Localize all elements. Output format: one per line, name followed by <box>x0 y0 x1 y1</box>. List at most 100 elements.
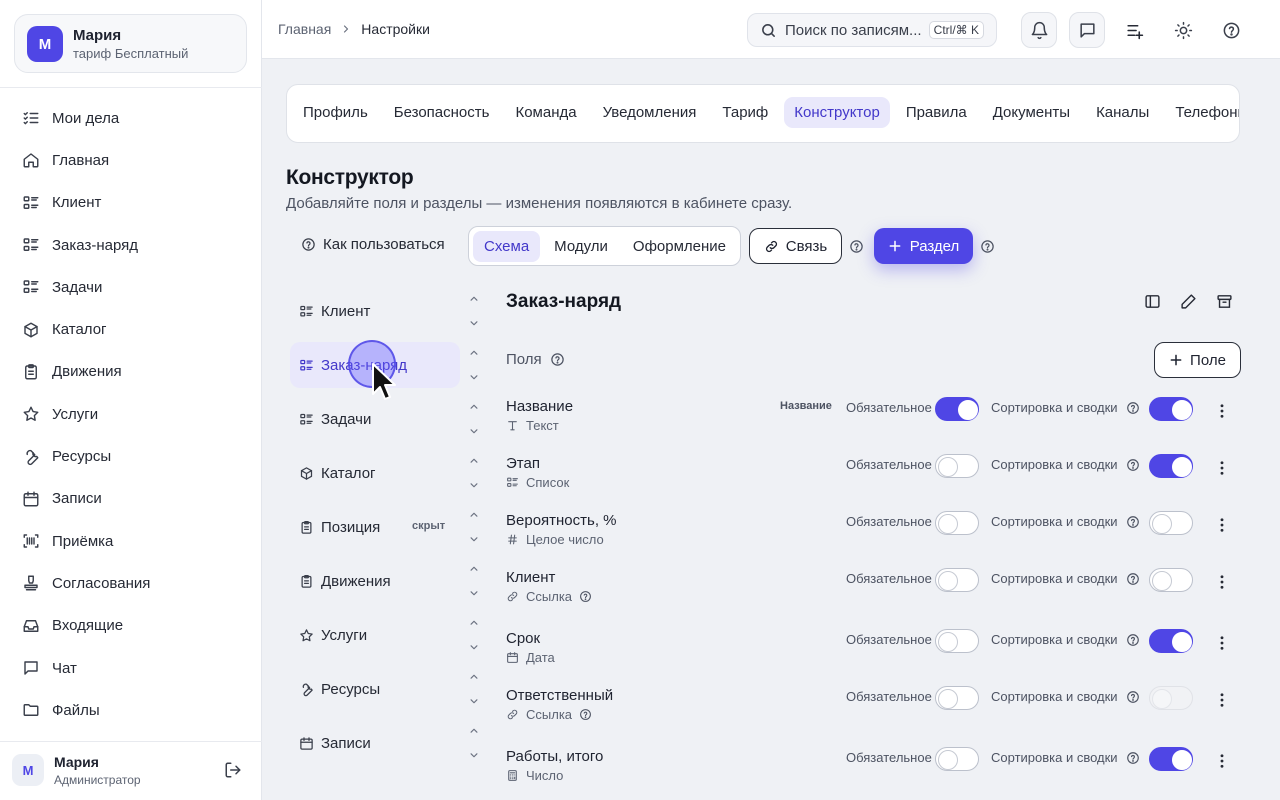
more-vertical-icon[interactable] <box>1213 634 1231 652</box>
sidebar-item[interactable]: Клиент <box>0 182 262 224</box>
sidebar-item[interactable]: Чат <box>0 647 262 689</box>
add-section-button[interactable]: Раздел <box>874 228 973 264</box>
chevron-up-icon[interactable] <box>467 616 481 630</box>
add-field-button[interactable]: Поле <box>1154 342 1241 378</box>
chevron-down-icon[interactable] <box>467 640 481 654</box>
section-item[interactable]: Записи <box>290 716 488 770</box>
help-button[interactable] <box>1213 12 1249 48</box>
howto-link[interactable]: Как пользоваться <box>301 236 445 253</box>
section-pill[interactable]: Клиент <box>290 288 460 334</box>
sidebar-item[interactable]: Приёмка <box>0 520 262 562</box>
settings-tab[interactable]: Безопасность <box>384 97 500 128</box>
field-name[interactable]: Срок <box>506 630 540 647</box>
chevron-down-icon[interactable] <box>467 478 481 492</box>
required-toggle[interactable] <box>935 454 979 478</box>
section-item[interactable]: Позиция скрыт <box>290 500 488 554</box>
settings-tab[interactable]: Документы <box>983 97 1080 128</box>
chevron-down-icon[interactable] <box>467 586 481 600</box>
sidebar-item[interactable]: Файлы <box>0 689 262 731</box>
chevron-up-icon[interactable] <box>467 724 481 738</box>
chevron-down-icon[interactable] <box>467 694 481 708</box>
chevron-down-icon[interactable] <box>467 316 481 330</box>
link-button[interactable]: Связь <box>749 228 842 264</box>
section-pill[interactable]: Записи <box>290 720 460 766</box>
chevron-up-icon[interactable] <box>467 670 481 684</box>
field-name[interactable]: Этап <box>506 455 540 472</box>
account-switcher[interactable]: М Мария тариф Бесплатный <box>14 14 247 73</box>
sidebar-item[interactable]: Каталог <box>0 308 262 350</box>
settings-tab[interactable]: Профиль <box>293 97 378 128</box>
chevron-up-icon[interactable] <box>467 346 481 360</box>
help-icon[interactable] <box>1126 572 1140 586</box>
chevron-down-icon[interactable] <box>467 370 481 384</box>
sidebar-item[interactable]: Входящие <box>0 605 262 647</box>
settings-tab[interactable]: Команда <box>505 97 586 128</box>
section-pill[interactable]: Ресурсы <box>290 666 460 712</box>
sort-toggle[interactable] <box>1149 629 1193 653</box>
settings-tab[interactable]: Уведомления <box>593 97 707 128</box>
help-icon[interactable] <box>1126 458 1140 472</box>
search-input[interactable]: Поиск по записям... Ctrl/⌘ K <box>747 13 997 47</box>
section-item[interactable]: Движения <box>290 554 488 608</box>
chevron-up-icon[interactable] <box>467 400 481 414</box>
sidebar-item[interactable]: Задачи <box>0 266 262 308</box>
section-pill[interactable]: Каталог <box>290 450 460 496</box>
sort-toggle[interactable] <box>1149 397 1193 421</box>
field-name[interactable]: Название <box>506 398 573 415</box>
sidebar-item[interactable]: Мои дела <box>0 97 262 139</box>
section-item[interactable]: Услуги <box>290 608 488 662</box>
chevron-up-icon[interactable] <box>467 454 481 468</box>
section-item[interactable]: Каталог <box>290 446 488 500</box>
sidebar-item[interactable]: Движения <box>0 351 262 393</box>
field-name[interactable]: Ответственный <box>506 687 613 704</box>
settings-tab[interactable]: Тариф <box>712 97 778 128</box>
layout-sidebar-icon[interactable] <box>1144 293 1161 310</box>
theme-toggle-button[interactable] <box>1165 12 1201 48</box>
chevron-up-icon[interactable] <box>467 562 481 576</box>
sidebar-item[interactable]: Записи <box>0 478 262 520</box>
field-name[interactable]: Клиент <box>506 569 555 586</box>
settings-tab[interactable]: Правила <box>896 97 977 128</box>
sort-toggle[interactable] <box>1149 747 1193 771</box>
sidebar-item[interactable]: Главная <box>0 139 262 181</box>
more-vertical-icon[interactable] <box>1213 691 1231 709</box>
help-icon[interactable] <box>1126 690 1140 704</box>
chevron-down-icon[interactable] <box>467 424 481 438</box>
sidebar-item[interactable]: Заказ-наряд <box>0 224 262 266</box>
pencil-icon[interactable] <box>1180 293 1197 310</box>
section-pill[interactable]: Движения <box>290 558 460 604</box>
archive-icon[interactable] <box>1216 293 1233 310</box>
help-icon[interactable] <box>1126 401 1140 415</box>
breadcrumb-home[interactable]: Главная <box>278 21 331 37</box>
sort-toggle[interactable] <box>1149 454 1193 478</box>
view-tab[interactable]: Оформление <box>622 231 737 262</box>
view-tab[interactable]: Схема <box>473 230 541 262</box>
required-toggle[interactable] <box>935 629 979 653</box>
required-toggle[interactable] <box>935 568 979 592</box>
field-name[interactable]: Вероятность, % <box>506 512 617 529</box>
more-vertical-icon[interactable] <box>1213 402 1231 420</box>
help-icon[interactable] <box>1126 751 1140 765</box>
chevron-up-icon[interactable] <box>467 508 481 522</box>
help-icon[interactable] <box>1126 633 1140 647</box>
required-toggle[interactable] <box>935 747 979 771</box>
view-tab[interactable]: Модули <box>543 231 619 262</box>
help-icon[interactable] <box>579 590 593 604</box>
sidebar-item[interactable]: Согласования <box>0 562 262 604</box>
help-icon[interactable] <box>542 352 565 367</box>
sidebar-item[interactable]: Ресурсы <box>0 435 262 477</box>
messages-button[interactable] <box>1069 12 1105 48</box>
help-icon[interactable] <box>579 708 593 722</box>
required-toggle[interactable] <box>935 397 979 421</box>
more-vertical-icon[interactable] <box>1213 573 1231 591</box>
logout-icon[interactable] <box>224 761 242 779</box>
settings-tab[interactable]: Телефония <box>1165 97 1239 128</box>
required-toggle[interactable] <box>935 511 979 535</box>
sort-toggle[interactable] <box>1149 511 1193 535</box>
required-toggle[interactable] <box>935 686 979 710</box>
sidebar-item[interactable]: Услуги <box>0 393 262 435</box>
chevron-up-icon[interactable] <box>467 292 481 306</box>
chevron-down-icon[interactable] <box>467 532 481 546</box>
settings-tab[interactable]: Каналы <box>1086 97 1159 128</box>
quick-add-button[interactable] <box>1116 12 1152 48</box>
